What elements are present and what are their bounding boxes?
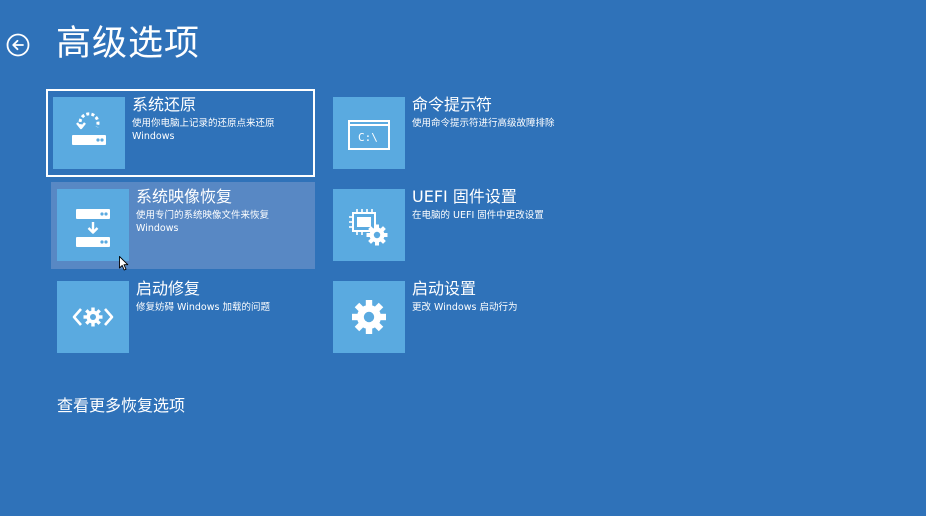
gear-icon [333,281,405,353]
option-description: 更改 Windows 启动行为 [412,302,518,313]
mouse-cursor-icon [119,256,129,275]
chip-gear-icon [333,189,405,261]
image-recovery-drive-icon [57,189,129,261]
command-prompt-text: C:\ [358,131,378,144]
option-description: 使用你电脑上记录的还原点来还原 Windows [132,118,275,142]
page-title: 高级选项 [56,24,201,64]
option-system-restore[interactable]: 系统还原 使用你电脑上记录的还原点来还原 Windows [46,89,315,177]
restore-drive-icon [53,97,125,169]
option-description: 在电脑的 UEFI 固件中更改设置 [412,210,544,221]
option-startup-repair[interactable]: 启动修复 修复妨碍 Windows 加载的问题 [52,274,316,361]
option-description: 使用命令提示符进行高级故障排除 [412,118,555,129]
option-uefi-firmware[interactable]: UEFI 固件设置 在电脑的 UEFI 固件中更改设置 [328,182,592,269]
circle-arrow-left-icon [6,33,30,57]
option-title: UEFI 固件设置 [412,187,517,206]
option-title: 命令提示符 [412,95,493,114]
option-description: 使用专门的系统映像文件来恢复 Windows [136,210,270,234]
option-title: 启动设置 [412,279,477,298]
command-prompt-icon: C:\ [333,97,405,169]
option-command-prompt[interactable]: C:\ 命令提示符 使用命令提示符进行高级故障排除 [328,90,592,177]
back-button[interactable] [6,33,30,57]
option-system-image-recovery[interactable]: 系统映像恢复 使用专门的系统映像文件来恢复 Windows [51,182,315,269]
more-recovery-options-link[interactable]: 查看更多恢复选项 [57,396,185,416]
option-startup-settings[interactable]: 启动设置 更改 Windows 启动行为 [328,274,592,361]
option-title: 启动修复 [136,279,201,298]
option-title: 系统还原 [132,95,197,114]
option-title: 系统映像恢复 [136,187,233,206]
code-gear-icon [57,281,129,353]
option-description: 修复妨碍 Windows 加载的问题 [136,302,270,313]
